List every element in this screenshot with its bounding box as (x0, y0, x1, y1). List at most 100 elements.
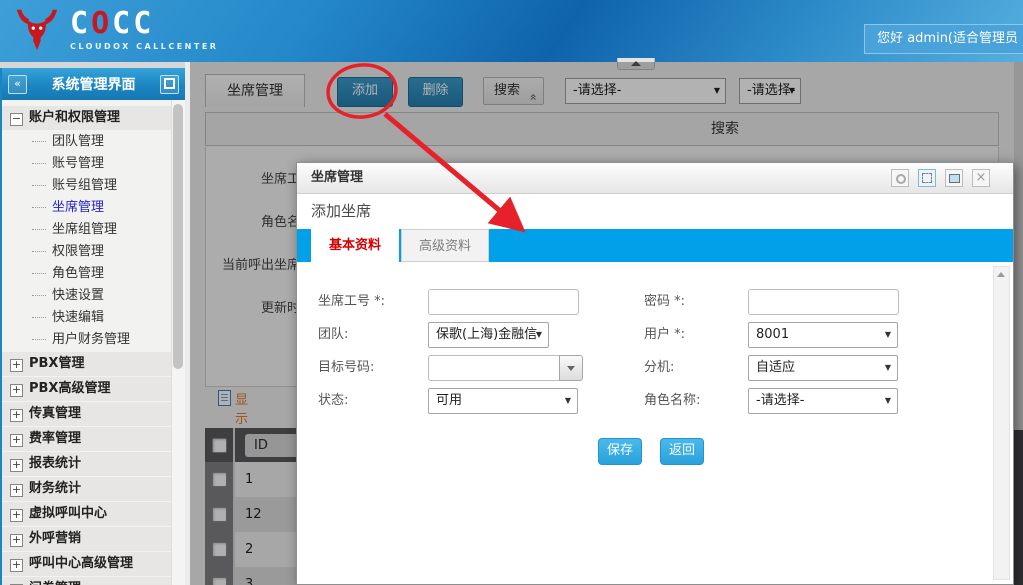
agent-management-dialog: 坐席管理 × 添加坐席 基本资料高级资料 坐席工号 *:团队:保歌(上海)金融信… (296, 162, 1014, 585)
sidebar-item[interactable]: + 虚拟呼叫中心 (2, 502, 172, 526)
sidebar-collapse-icon[interactable]: « (8, 75, 27, 94)
sidebar-item-label: 角色管理 (52, 266, 104, 281)
sidebar-item[interactable]: + 呼叫中心高级管理 (2, 552, 172, 576)
maximize-icon[interactable] (918, 169, 936, 187)
top-header: COCC CLOUDOX CALLCENTER 您好 admin(适合管理员 (0, 0, 1023, 62)
sidebar-item-label: 快速编辑 (52, 310, 104, 325)
logo: COCC CLOUDOX CALLCENTER (14, 6, 218, 54)
logo-text: COCC CLOUDOX CALLCENTER (70, 9, 218, 51)
nav-tree: −账户和权限管理团队管理账号管理账号组管理坐席管理坐席组管理权限管理角色管理快速… (2, 100, 172, 585)
back-button[interactable]: 返回 (660, 438, 704, 465)
sidebar-item[interactable]: 权限管理 (2, 241, 172, 263)
select[interactable]: 自适应 ▼ (748, 355, 898, 381)
sidebar-item[interactable]: + 费率管理 (2, 427, 172, 451)
dialog-tab-2[interactable]: 高级资料 (401, 229, 489, 262)
dropdown-arrow-icon: ▼ (885, 323, 891, 347)
field-label: 用户 *: (644, 322, 685, 348)
expand-plus-icon[interactable]: + (10, 434, 23, 447)
minimize-icon[interactable] (891, 169, 909, 187)
field-label: 分机: (644, 355, 674, 381)
sidebar-item[interactable]: +PBX高级管理 (2, 377, 172, 401)
sidebar-scrollbar[interactable] (171, 100, 185, 585)
sidebar-item[interactable]: 角色管理 (2, 263, 172, 285)
dropdown-arrow-icon: ▼ (885, 389, 891, 413)
sidebar-item[interactable]: + 财务统计 (2, 477, 172, 501)
select[interactable]: 8001 ▼ (748, 322, 898, 348)
sidebar-item-label: 账号管理 (52, 156, 104, 171)
field-label: 密码 *: (644, 289, 685, 315)
collapse-minus-icon[interactable]: − (10, 113, 23, 126)
select[interactable]: -请选择- ▼ (748, 388, 898, 414)
sidebar-item[interactable]: + 传真管理 (2, 402, 172, 426)
close-icon[interactable]: × (972, 169, 990, 187)
sidebar-item[interactable]: 坐席管理 (2, 197, 172, 219)
form-row: 分机: 自适应 ▼ (297, 355, 1013, 381)
scrollbar-up-arrow-icon[interactable] (994, 267, 1009, 282)
sidebar-item[interactable]: + 报表统计 (2, 452, 172, 476)
sidebar-item[interactable]: +问卷管理 (2, 577, 172, 585)
sidebar-scrollbar-thumb[interactable] (173, 104, 183, 369)
expand-plus-icon[interactable]: + (10, 459, 23, 472)
dropdown-arrow-icon: ▼ (885, 356, 891, 380)
sidebar-item-label: 财务统计 (29, 481, 81, 496)
sidebar-item[interactable]: + PBX管理 (2, 352, 172, 376)
sidebar-item-label: 坐席管理 (52, 200, 104, 215)
form-row: 密码 *: (297, 289, 1013, 315)
expand-plus-icon[interactable]: + (10, 559, 23, 572)
sidebar-item[interactable]: 快速设置 (2, 285, 172, 307)
sidebar-item-label: 问卷管理 (29, 581, 81, 585)
sidebar-item[interactable]: 团队管理 (2, 131, 172, 153)
sidebar-item-label: 账号组管理 (52, 178, 117, 193)
logo-word: COCC (70, 9, 218, 39)
form-row: 角色名称: -请选择- ▼ (297, 388, 1013, 414)
sidebar-item-label: 坐席组管理 (52, 222, 117, 237)
sidebar-item[interactable]: + 外呼营销 (2, 527, 172, 551)
select-value: -请选择- (756, 393, 804, 408)
save-button[interactable]: 保存 (598, 438, 642, 465)
form-row: 用户 *: 8001 ▼ (297, 322, 1013, 348)
sidebar-item[interactable]: 用户财务管理 (2, 329, 172, 351)
sidebar-title: 系统管理界面 (33, 74, 154, 94)
dialog-tab-1[interactable]: 基本资料 (311, 229, 399, 262)
select-value: 自适应 (756, 360, 795, 375)
sidebar-item-label: 费率管理 (29, 431, 81, 446)
sidebar: « 系统管理界面 −账户和权限管理团队管理账号管理账号组管理坐席管理坐席组管理权… (0, 68, 185, 585)
expand-plus-icon[interactable]: + (10, 484, 23, 497)
sidebar-item[interactable]: 坐席组管理 (2, 219, 172, 241)
sidebar-item-label: 外呼营销 (29, 531, 81, 546)
dialog-titlebar[interactable]: 坐席管理 × (297, 163, 1013, 194)
sidebar-item[interactable]: 账号管理 (2, 153, 172, 175)
sidebar-item-label: 传真管理 (29, 406, 81, 421)
dialog-heading: 添加坐席 (311, 193, 371, 229)
logo-subtitle: CLOUDOX CALLCENTER (70, 42, 218, 51)
expand-plus-icon[interactable]: + (10, 359, 23, 372)
sidebar-item[interactable]: −账户和权限管理 (2, 106, 172, 130)
expand-plus-icon[interactable]: + (10, 534, 23, 547)
sidebar-item-label: 呼叫中心高级管理 (29, 556, 133, 571)
dialog-scrollbar[interactable] (993, 266, 1010, 580)
app-window: COCC CLOUDOX CALLCENTER 您好 admin(适合管理员 «… (0, 0, 1023, 585)
dialog-title: 坐席管理 (311, 163, 363, 193)
sidebar-item-label: 团队管理 (52, 134, 104, 149)
sidebar-item-label: 账户和权限管理 (29, 110, 120, 125)
expand-plus-icon[interactable]: + (10, 509, 23, 522)
sidebar-item-label: 报表统计 (29, 456, 81, 471)
sidebar-header: « 系统管理界面 (2, 68, 185, 100)
sidebar-item-label: 权限管理 (52, 244, 104, 259)
sidebar-item[interactable]: 账号组管理 (2, 175, 172, 197)
user-greeting-badge[interactable]: 您好 admin(适合管理员 (864, 24, 1023, 54)
text-input[interactable] (748, 289, 899, 315)
sidebar-item-label: PBX管理 (29, 356, 84, 371)
field-label: 角色名称: (644, 388, 700, 414)
expand-plus-icon[interactable]: + (10, 409, 23, 422)
sidebar-item[interactable]: 快速编辑 (2, 307, 172, 329)
sidebar-item-label: 快速设置 (52, 288, 104, 303)
dialog-tabbar: 基本资料高级资料 (297, 229, 1013, 262)
dialog-body: 坐席工号 *:团队:保歌(上海)金融信▼目标号码:状态:可用▼ 密码 *:用户 … (297, 262, 1013, 584)
restore-icon[interactable] (945, 169, 963, 187)
sidebar-pin-icon[interactable] (160, 75, 179, 94)
expand-plus-icon[interactable]: + (10, 384, 23, 397)
select-value: 8001 (756, 327, 789, 342)
sidebar-item-label: 用户财务管理 (52, 332, 130, 347)
sidebar-item-label: 虚拟呼叫中心 (29, 506, 107, 521)
